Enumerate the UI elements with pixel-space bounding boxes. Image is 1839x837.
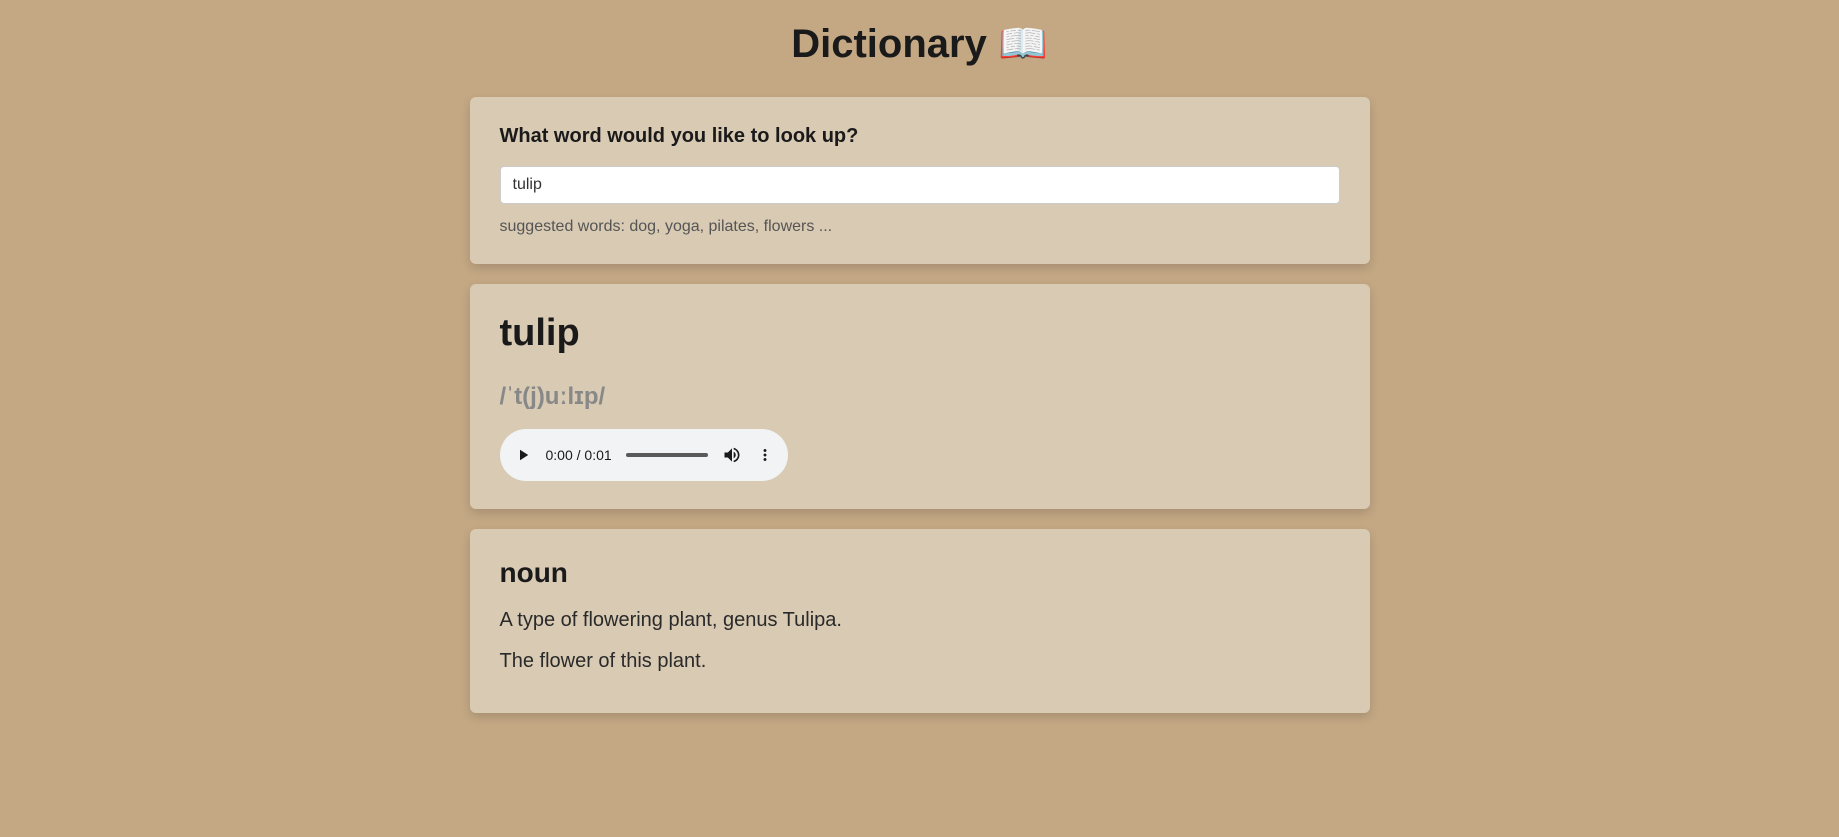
definition-item: The flower of this plant. (500, 650, 1340, 673)
audio-time: 0:00 / 0:01 (546, 447, 612, 463)
search-hint: suggested words: dog, yoga, pilates, flo… (500, 218, 1340, 236)
play-icon[interactable] (514, 446, 532, 464)
result-word: tulip (500, 312, 1340, 355)
definition-item: A type of flowering plant, genus Tulipa. (500, 609, 1340, 632)
search-input[interactable] (500, 166, 1340, 204)
search-label: What word would you like to look up? (500, 125, 1340, 148)
volume-icon[interactable] (722, 445, 742, 465)
phonetic-text: /ˈt(j)uːlɪp/ (500, 383, 1340, 411)
page-title: Dictionary 📖 (470, 20, 1370, 67)
definition-card: noun A type of flowering plant, genus Tu… (470, 529, 1370, 713)
part-of-speech: noun (500, 557, 1340, 589)
audio-player[interactable]: 0:00 / 0:01 (500, 429, 788, 481)
more-icon[interactable] (756, 446, 774, 464)
search-card: What word would you like to look up? sug… (470, 97, 1370, 264)
audio-progress[interactable] (626, 453, 708, 457)
result-card: tulip /ˈt(j)uːlɪp/ 0:00 / 0:01 (470, 284, 1370, 509)
